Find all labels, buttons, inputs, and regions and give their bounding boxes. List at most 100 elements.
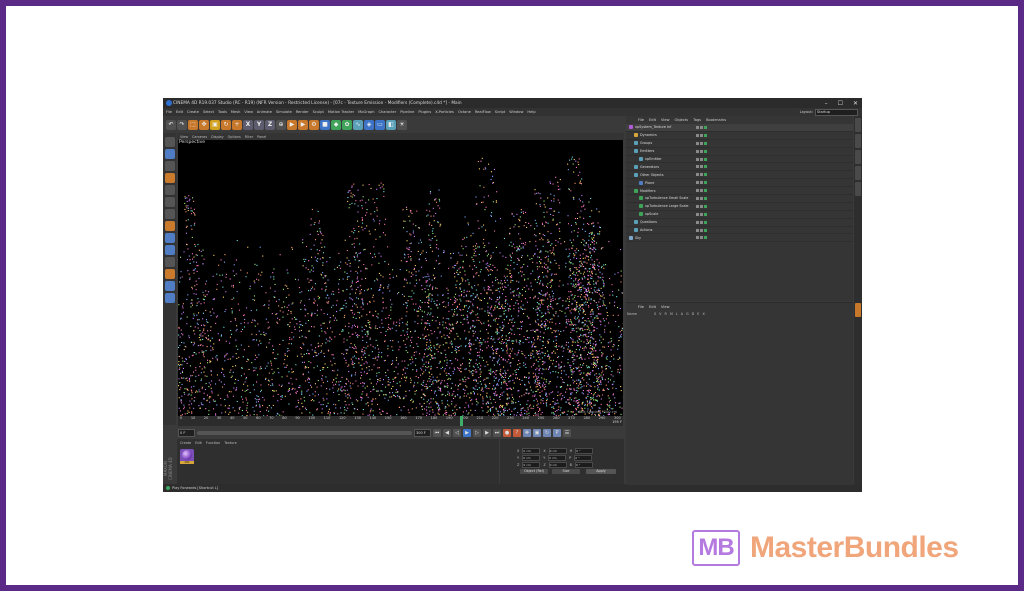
menu-edit[interactable]: Edit: [176, 110, 183, 114]
floor-icon[interactable]: ▭: [375, 119, 385, 130]
viewport-menu-panel[interactable]: Panel: [257, 135, 266, 139]
menu-sculpt[interactable]: Sculpt: [313, 110, 324, 114]
particle: [395, 359, 397, 361]
texture-mode-icon[interactable]: [164, 161, 175, 171]
particle: [195, 261, 197, 263]
menu-x-particles[interactable]: X-Particles: [435, 110, 454, 114]
particle: [597, 358, 599, 360]
particle: [406, 311, 408, 313]
particle: [538, 383, 540, 385]
scale-icon[interactable]: ▣: [210, 119, 220, 130]
particle: [445, 342, 447, 344]
viewport-menu-display[interactable]: Display: [211, 135, 224, 139]
sculpt-icon[interactable]: [164, 245, 175, 255]
x-axis-lock-button[interactable]: X: [243, 119, 253, 130]
menu-octane[interactable]: Octane: [458, 110, 471, 114]
menu-motion-tracker[interactable]: Motion Tracker: [328, 110, 354, 114]
particle: [566, 307, 568, 309]
move-icon[interactable]: ✥: [199, 119, 209, 130]
cloner-icon[interactable]: ✿: [342, 119, 352, 130]
particle: [573, 382, 575, 384]
axis-mode-icon[interactable]: [164, 221, 175, 231]
cube-icon[interactable]: ■: [320, 119, 330, 130]
snap-icon[interactable]: [164, 233, 175, 243]
particle: [409, 345, 411, 347]
menu-mesh[interactable]: Mesh: [231, 110, 240, 114]
redo-icon[interactable]: ↷: [177, 119, 187, 130]
particle: [482, 390, 484, 392]
particle: [434, 353, 436, 355]
viewport-menu-cameras[interactable]: Cameras: [192, 135, 207, 139]
menu-animate[interactable]: Animate: [257, 110, 272, 114]
particle: [438, 263, 440, 265]
soft-selection-icon[interactable]: [164, 269, 175, 279]
menu-plugins[interactable]: Plugins: [418, 110, 431, 114]
undo-icon[interactable]: ↶: [166, 119, 176, 130]
menu-realflow[interactable]: RealFlow: [475, 110, 491, 114]
particle: [420, 396, 422, 398]
render-view-icon[interactable]: ▶: [287, 119, 297, 130]
menu-tools[interactable]: Tools: [218, 110, 227, 114]
minimize-button[interactable]: –: [825, 100, 828, 107]
quantize-icon[interactable]: [164, 257, 175, 267]
subdivision-icon[interactable]: ◆: [331, 119, 341, 130]
particle: [429, 293, 431, 295]
particle: [426, 367, 428, 369]
menu-select[interactable]: Select: [203, 110, 214, 114]
lock-workplane-icon[interactable]: [164, 281, 175, 291]
particle: [613, 343, 615, 345]
menu-mograph[interactable]: MoGraph: [358, 110, 374, 114]
particle: [593, 268, 595, 270]
camera-icon[interactable]: ◧: [386, 119, 396, 130]
z-axis-lock-button[interactable]: Z: [265, 119, 275, 130]
planar-workplane-icon[interactable]: [164, 293, 175, 303]
rotate-icon[interactable]: ↻: [221, 119, 231, 130]
menu-file[interactable]: File: [166, 110, 172, 114]
menu-pipeline[interactable]: Pipeline: [400, 110, 414, 114]
particle: [589, 271, 591, 273]
menu-render[interactable]: Render: [296, 110, 309, 114]
particle: [602, 378, 604, 380]
particle: [586, 382, 588, 384]
particle: [548, 354, 550, 356]
deformer-icon[interactable]: ◈: [364, 119, 374, 130]
menu-character[interactable]: Character: [379, 110, 397, 114]
points-mode-icon[interactable]: [164, 185, 175, 195]
particle: [359, 243, 361, 245]
menu-script[interactable]: Script: [495, 110, 505, 114]
coordinate-system-icon[interactable]: ⊕: [276, 119, 286, 130]
make-editable-icon[interactable]: [164, 137, 175, 147]
particle: [552, 314, 554, 316]
perspective-viewport[interactable]: Perspective Grid Spacing : 100 cm: [178, 140, 623, 416]
edges-mode-icon[interactable]: [164, 197, 175, 207]
particle: [395, 396, 397, 398]
viewport-menu-options[interactable]: Options: [228, 135, 241, 139]
polygons-mode-icon[interactable]: [164, 209, 175, 219]
particle: [213, 408, 215, 410]
live-select-icon[interactable]: ⬚: [188, 119, 198, 130]
particle: [396, 357, 398, 359]
menu-create[interactable]: Create: [187, 110, 199, 114]
menu-window[interactable]: Window: [509, 110, 523, 114]
workplane-icon[interactable]: [164, 173, 175, 183]
close-button[interactable]: ✕: [853, 100, 858, 107]
particle: [399, 269, 401, 271]
render-settings-icon[interactable]: ⚙: [309, 119, 319, 130]
viewport-menu-filter[interactable]: Filter: [245, 135, 253, 139]
maximize-button[interactable]: ☐: [838, 100, 843, 107]
particle: [388, 263, 390, 265]
menu-view[interactable]: View: [244, 110, 253, 114]
light-icon[interactable]: ☀: [397, 119, 407, 130]
menu-simulate[interactable]: Simulate: [276, 110, 292, 114]
model-mode-icon[interactable]: [164, 149, 175, 159]
particle: [310, 400, 312, 402]
last-tool-icon[interactable]: +: [232, 119, 242, 130]
viewport-menu-view[interactable]: View: [180, 135, 188, 139]
spline-pen-icon[interactable]: ∿: [353, 119, 363, 130]
y-axis-lock-button[interactable]: Y: [254, 119, 264, 130]
layout-dropdown[interactable]: Startup: [815, 108, 858, 116]
menu-help[interactable]: Help: [527, 110, 535, 114]
render-picture-viewer-icon[interactable]: ▶: [298, 119, 308, 130]
particle: [589, 291, 591, 293]
particle: [210, 396, 212, 398]
